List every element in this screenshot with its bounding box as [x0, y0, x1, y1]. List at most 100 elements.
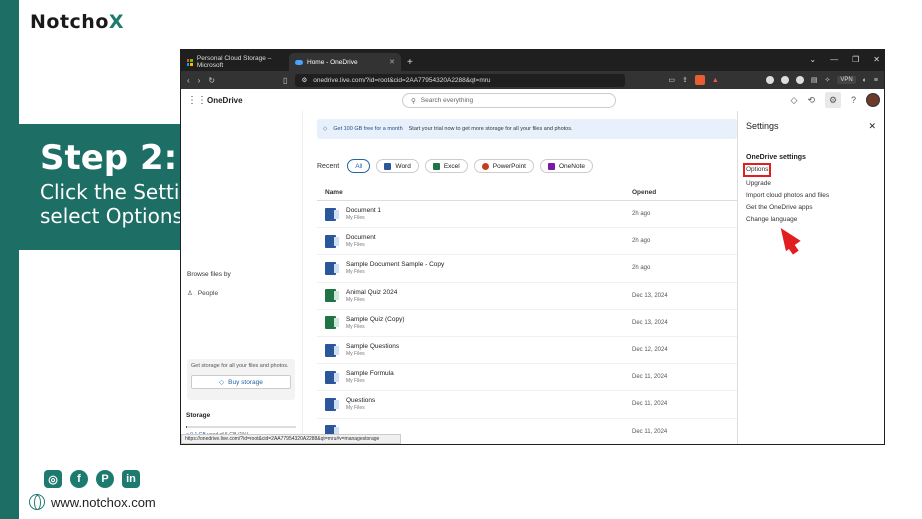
website[interactable]: www.notchox.com: [29, 494, 156, 510]
share-icon[interactable]: ⇪: [682, 76, 688, 84]
file-opened: 2h ago: [632, 238, 651, 245]
excel-file-icon: [325, 289, 339, 303]
file-opened: 2h ago: [632, 265, 651, 272]
buy-storage-button[interactable]: ◇ Buy storage: [191, 375, 291, 389]
settings-option-upgrade[interactable]: Upgrade: [746, 179, 876, 189]
file-opened: Dec 11, 2024: [632, 401, 668, 408]
file-name-cell: Document My Files: [346, 234, 632, 248]
app-launcher-icon[interactable]: ⋮⋮: [187, 95, 207, 106]
cast-icon[interactable]: ▭: [668, 76, 675, 84]
globe-icon: [29, 494, 45, 510]
file-row[interactable]: Sample Formula My Files Dec 11, 2024: [317, 364, 737, 392]
wallet-icon[interactable]: ◐: [863, 77, 867, 84]
word-icon: [384, 162, 392, 170]
file-row[interactable]: Sample Questions My Files Dec 12, 2024: [317, 337, 737, 365]
rewards-icon[interactable]: ▲: [712, 77, 719, 84]
pinterest-icon[interactable]: P: [96, 470, 114, 488]
linkedin-icon[interactable]: in: [122, 470, 140, 488]
recent-label: Recent: [317, 162, 340, 170]
word-file-icon: [325, 397, 339, 411]
word-file-icon: [325, 207, 339, 221]
site-info-icon[interactable]: ⚙: [301, 76, 307, 84]
search-input[interactable]: ⚲ Search everything: [402, 93, 616, 108]
filter-chip-onenote[interactable]: OneNote: [540, 159, 594, 173]
new-tab-button[interactable]: +: [401, 53, 419, 71]
sidebar-icon[interactable]: ▤: [811, 76, 818, 84]
vpn-button[interactable]: VPN: [837, 76, 856, 84]
browser-toolbar: ▭ ⇪ ▲ ▤ ✧ VPN ◐ ≡: [668, 75, 878, 85]
filter-bar: Recent All Word Excel PowerPoint OneNote: [317, 159, 737, 173]
file-name: Document 1: [346, 207, 382, 215]
avatar[interactable]: [866, 93, 880, 107]
file-name-cell: Questions My Files: [346, 397, 632, 411]
instagram-icon[interactable]: ◎: [44, 470, 62, 488]
search-icon: ⚲: [411, 97, 416, 105]
forward-icon[interactable]: ›: [198, 76, 201, 85]
file-name-cell: Animal Quiz 2024 My Files: [346, 289, 632, 303]
file-name: Sample Quiz (Copy): [346, 315, 405, 323]
opened-column-header[interactable]: Opened: [632, 189, 656, 196]
powerpoint-icon: [481, 162, 489, 170]
name-column-header[interactable]: Name: [325, 189, 632, 196]
onedrive-settings-heading: OneDrive settings: [746, 154, 806, 161]
question-icon[interactable]: ?: [851, 95, 856, 105]
storage-usage-bar: [186, 426, 296, 428]
facebook-icon[interactable]: f: [70, 470, 88, 488]
settings-option-import[interactable]: Import cloud photos and files: [746, 191, 876, 201]
close-icon[interactable]: ✕: [868, 121, 876, 132]
file-row[interactable]: Animal Quiz 2024 My Files Dec 13, 2024: [317, 283, 737, 310]
filter-chip-word[interactable]: Word: [376, 159, 419, 173]
file-location: My Files: [346, 242, 365, 249]
person-icon: ♙: [187, 290, 193, 297]
file-name-cell: Document 1 My Files: [346, 207, 632, 221]
reload-icon[interactable]: ↻: [208, 76, 215, 85]
extension-icon[interactable]: [780, 76, 789, 84]
help-icon[interactable]: ⟲: [807, 95, 815, 106]
extension-icon[interactable]: [765, 76, 774, 84]
file-row[interactable]: Sample Document Sample - Copy My Files 2h …: [317, 255, 737, 283]
extension-icon[interactable]: [795, 76, 804, 84]
file-location: My Files: [346, 296, 365, 303]
word-file-icon: [325, 234, 339, 248]
filter-chip-all[interactable]: All: [347, 159, 371, 173]
restore-icon[interactable]: ❐: [852, 55, 859, 64]
trial-banner[interactable]: ◇ Get 100 GB free for a month Start your…: [317, 119, 737, 139]
file-name-cell: Sample Document Sample - Copy My Files: [346, 261, 632, 275]
file-row[interactable]: Sample Quiz (Copy) My Files Dec 13, 2024: [317, 310, 737, 337]
minimize-icon[interactable]: —: [830, 55, 838, 64]
website-link[interactable]: www.notchox.com: [51, 495, 156, 510]
file-opened: Dec 11, 2024: [632, 428, 668, 435]
settings-option-options[interactable]: Options: [743, 163, 876, 177]
filter-chip-powerpoint[interactable]: PowerPoint: [473, 159, 534, 173]
file-name-cell: Sample Quiz (Copy) My Files: [346, 316, 632, 330]
file-row[interactable]: Questions My Files Dec 11, 2024: [317, 391, 737, 419]
back-icon[interactable]: ‹: [187, 76, 190, 85]
storage-label: Storage: [186, 412, 211, 419]
file-list: Document 1 My Files 2h ago Document My Files…: [317, 201, 737, 444]
file-name-cell: Sample Questions My Files: [346, 343, 632, 357]
bookmark-icon[interactable]: ▯: [283, 76, 287, 85]
chevron-down-icon[interactable]: ⌄: [809, 55, 816, 64]
brand-logo: NotchoX: [30, 11, 125, 33]
extensions-puzzle-icon[interactable]: ✧: [824, 76, 830, 84]
premium-diamond-icon[interactable]: ◇: [791, 95, 798, 106]
file-row[interactable]: Document My Files 2h ago: [317, 228, 737, 256]
settings-option-language[interactable]: Change language: [746, 215, 876, 225]
settings-option-get-apps[interactable]: Get the OneDrive apps: [746, 203, 876, 213]
menu-icon[interactable]: ≡: [874, 77, 878, 84]
left-accent-strip: [0, 0, 19, 519]
file-name: Sample Formula: [346, 370, 394, 378]
filter-chip-excel[interactable]: Excel: [424, 159, 468, 173]
gear-icon: ⚙: [828, 94, 838, 105]
sidebar-item-people[interactable]: ♙ People: [187, 289, 296, 298]
file-location: My Files: [346, 323, 365, 330]
close-window-icon[interactable]: ✕: [873, 55, 880, 64]
url-field[interactable]: ⚙ onedrive.live.com/?id=root&cid=2AA7795…: [295, 73, 626, 87]
tab-personal-cloud-storage[interactable]: Personal Cloud Storage – Microsoft: [181, 53, 289, 71]
tab-home-onedrive[interactable]: Home - OneDrive ✕: [289, 53, 401, 71]
close-tab-icon[interactable]: ✕: [389, 58, 395, 66]
file-table-header: Name Opened: [317, 189, 737, 201]
file-row[interactable]: Document 1 My Files 2h ago: [317, 201, 737, 229]
settings-gear-button[interactable]: ⚙: [824, 92, 841, 108]
brave-shield-icon[interactable]: [694, 75, 705, 85]
